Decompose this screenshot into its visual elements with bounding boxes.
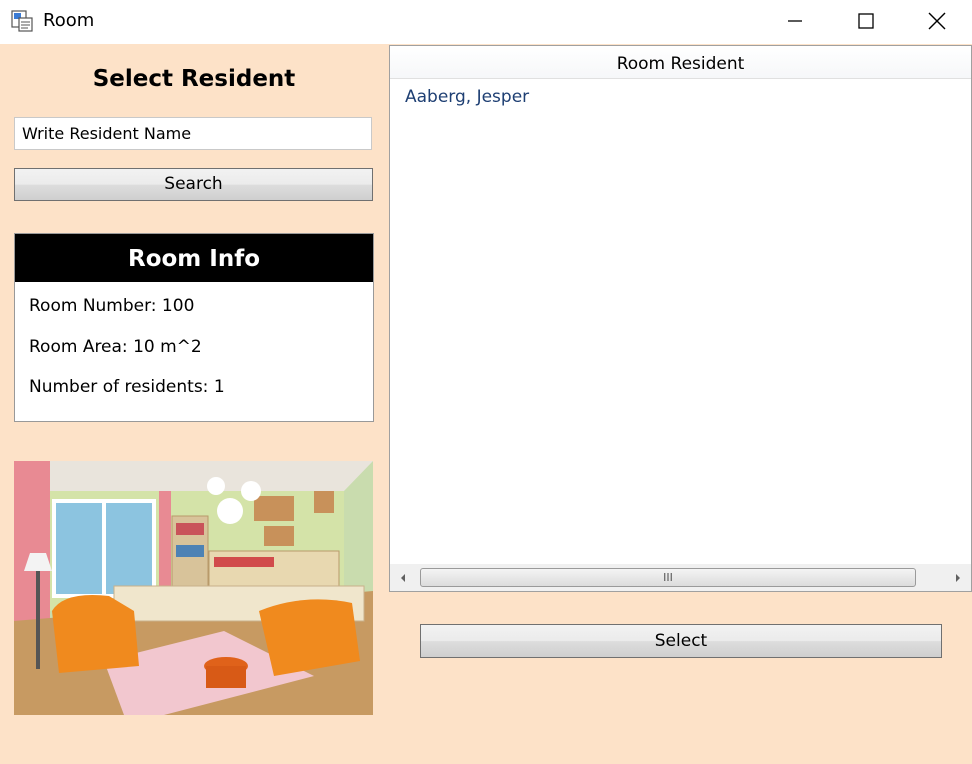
select-button[interactable]: Select [420, 624, 942, 658]
scroll-right-icon [956, 573, 960, 582]
room-area-label: Room Area: 10 m^2 [29, 337, 202, 357]
scroll-grip: III [663, 571, 673, 584]
scroll-right-button[interactable] [945, 564, 971, 591]
resident-list[interactable]: Room Resident Aaberg, Jesper III [389, 45, 972, 592]
resident-name-input[interactable] [14, 117, 372, 150]
column-header-room-resident[interactable]: Room Resident [390, 46, 971, 79]
scroll-left-icon [401, 573, 405, 582]
close-button[interactable] [902, 0, 972, 42]
scroll-thumb[interactable]: III [420, 568, 916, 587]
maximize-icon [858, 13, 874, 29]
room-number-label: Room Number: 100 [29, 296, 195, 316]
residents-count-label: Number of residents: 1 [29, 377, 225, 397]
maximize-button[interactable] [831, 0, 901, 42]
list-item[interactable]: Aaberg, Jesper [405, 86, 529, 108]
minimize-button[interactable] [760, 0, 830, 42]
title-bar: Room [0, 0, 972, 44]
room-info-panel: Room Info Room Number: 100 Room Area: 10… [14, 233, 374, 422]
horizontal-scrollbar[interactable]: III [390, 564, 971, 591]
select-resident-heading: Select Resident [92, 66, 296, 92]
close-icon [928, 12, 946, 30]
app-icon [11, 10, 33, 32]
room-illustration [14, 461, 373, 715]
search-button[interactable]: Search [14, 168, 373, 201]
minimize-icon [788, 20, 802, 22]
window-title: Room [43, 10, 95, 31]
room-info-title: Room Info [15, 234, 373, 282]
scroll-left-button[interactable] [390, 564, 416, 591]
